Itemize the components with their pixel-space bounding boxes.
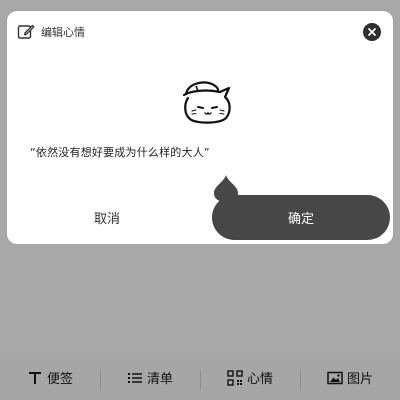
text-t-icon [27,370,43,386]
toolbar-item-mood[interactable]: 心情 [200,355,300,400]
toolbar-item-list[interactable]: 清单 [100,355,200,400]
toolbar-item-label: 图片 [346,372,373,387]
bottom-toolbar: 便签 清单 心情 图片 [0,355,400,400]
dialog-title: 编辑心情 [41,26,85,39]
image-icon [327,370,343,386]
toolbar-item-note[interactable]: 便签 [0,355,100,400]
close-icon [368,28,376,36]
screen: 编辑心情 “依然没有想好要成为什么样的大人” 取消 确定 便签 清单 心情 图片 [0,0,400,400]
toolbar-item-image[interactable]: 图片 [300,355,400,400]
close-button[interactable] [363,23,381,41]
dialog-header: 编辑心情 [17,21,85,43]
cancel-button[interactable]: 取消 [57,195,157,239]
confirm-button[interactable]: 确定 [212,195,390,240]
toolbar-item-label: 便签 [46,372,73,387]
edit-mood-dialog: 编辑心情 “依然没有想好要成为什么样的大人” 取消 确定 [7,11,393,244]
list-icon [127,370,143,386]
toolbar-item-label: 清单 [146,372,173,387]
edit-pencil-icon [17,23,35,41]
cat-illustration [176,78,236,126]
qr-grid-icon [227,369,243,386]
confirm-area: 确定 [212,174,390,240]
mood-text[interactable]: “依然没有想好要成为什么样的大人” [30,144,210,160]
toolbar-item-label: 心情 [246,372,273,387]
